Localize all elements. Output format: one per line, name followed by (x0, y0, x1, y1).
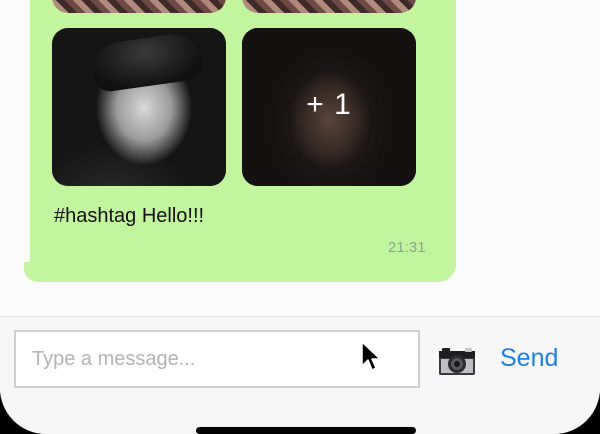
home-indicator (196, 427, 416, 434)
photo-top-right[interactable] (242, 0, 416, 13)
message-text: #hashtag Hello!!! (54, 205, 205, 227)
chat-screen: + 1 #hashtag Hello!!! 21:31 Send (0, 0, 600, 434)
photo-man-portrait[interactable] (52, 28, 226, 186)
camera-icon (439, 348, 475, 375)
extra-photos-count: + 1 (306, 88, 352, 121)
message-timestamp: 21:31 (388, 239, 426, 256)
camera-button[interactable] (438, 346, 476, 376)
photo-woman-portrait[interactable]: + 1 (242, 28, 416, 186)
mouse-pointer-icon (361, 341, 381, 371)
photo-top-left[interactable] (52, 0, 226, 13)
send-button[interactable]: Send (500, 344, 558, 373)
